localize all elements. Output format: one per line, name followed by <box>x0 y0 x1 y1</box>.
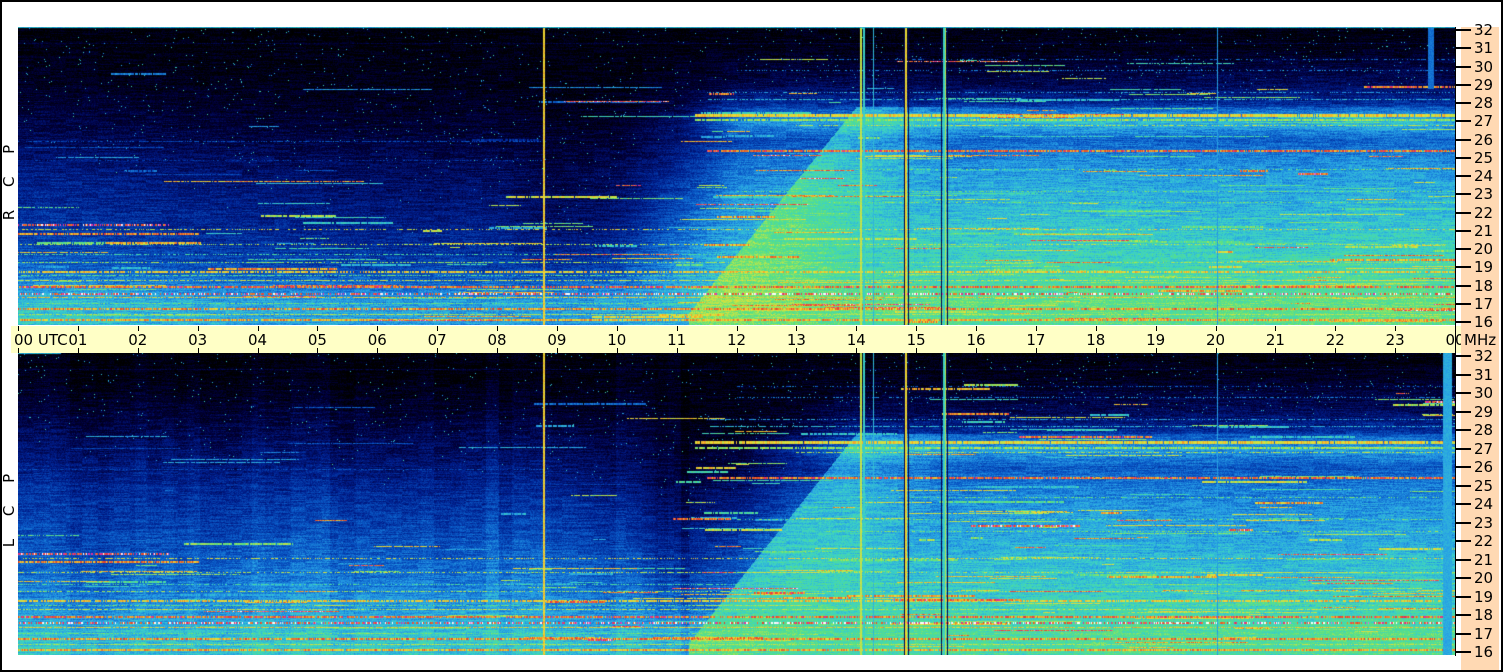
lcp-polarization-label: L C P <box>0 464 18 548</box>
frequency-tick <box>1455 651 1471 653</box>
frequency-tick-label: 28 <box>1474 94 1494 112</box>
frequency-tick <box>1455 175 1471 177</box>
time-tick-label: 20 <box>1205 331 1226 349</box>
title-bar: AJ4CO Observatory 06 Sep 2024 - DPS on T… <box>2 2 1501 49</box>
frequency-tick-label: 32 <box>1474 347 1494 365</box>
frequency-tick-label: 25 <box>1474 148 1494 167</box>
time-tick-label: 15 <box>906 331 926 349</box>
time-tick-label: 19 <box>1146 331 1166 349</box>
frequency-tick-label: 23 <box>1474 185 1494 204</box>
time-tick-label: 12 <box>726 331 747 349</box>
frequency-tick <box>1455 595 1471 598</box>
frequency-tick <box>1455 321 1471 323</box>
frequency-tick <box>1455 102 1471 104</box>
frequency-tick <box>1455 47 1471 50</box>
rcp-polarization-label: R C P <box>0 135 18 221</box>
frequency-tick <box>1455 410 1471 413</box>
frequency-tick-label: 26 <box>1474 130 1494 149</box>
frequency-tick-label: 28 <box>1474 421 1494 439</box>
frequency-tick <box>1455 193 1471 196</box>
frequency-tick-label: 27 <box>1474 439 1494 458</box>
frequency-tick-label: 16 <box>1474 313 1494 331</box>
time-tick-label: 17 <box>1026 331 1046 349</box>
time-tick-label: 16 <box>966 331 986 349</box>
time-tick-label: 13 <box>786 331 806 349</box>
frequency-tick-label: 31 <box>1474 365 1494 384</box>
rcp-spectrogram <box>18 27 1455 325</box>
time-tick-label: 08 <box>487 331 507 349</box>
frequency-tick <box>1455 521 1471 524</box>
frequency-tick <box>1455 229 1471 232</box>
frequency-tick-label: 20 <box>1474 240 1494 258</box>
frequency-tick-label: 22 <box>1474 532 1494 550</box>
frequency-tick <box>1455 248 1471 250</box>
frequency-tick-label: 25 <box>1474 476 1494 495</box>
time-tick-label: 10 <box>607 331 627 349</box>
frequency-tick <box>1455 83 1471 86</box>
frequency-tick-label: 22 <box>1474 203 1494 222</box>
frequency-tick <box>1455 355 1471 357</box>
app-frame: AJ4CO Observatory 06 Sep 2024 - DPS on T… <box>0 0 1503 672</box>
frequency-tick <box>1455 447 1471 450</box>
frequency-tick-label: 23 <box>1474 513 1494 532</box>
lcp-spectrogram <box>18 353 1455 655</box>
frequency-tick <box>1455 120 1471 123</box>
frequency-tick <box>1455 558 1471 561</box>
time-tick-label: 00 UTC <box>14 331 68 349</box>
frequency-tick <box>1455 156 1471 159</box>
frequency-tick-label: 18 <box>1474 276 1494 295</box>
frequency-tick <box>1455 65 1471 68</box>
frequency-tick-label: 16 <box>1474 643 1494 661</box>
frequency-tick-label: 30 <box>1474 384 1494 402</box>
frequency-tick <box>1455 484 1471 487</box>
frequency-tick-label: 31 <box>1474 39 1494 58</box>
frequency-tick-label: 17 <box>1474 624 1494 643</box>
frequency-tick <box>1455 466 1471 468</box>
frequency-tick <box>1455 632 1471 635</box>
time-tick-label: 23 <box>1385 331 1405 349</box>
frequency-tick-label: 24 <box>1474 167 1494 185</box>
time-tick-label: 14 <box>846 331 866 349</box>
frequency-tick <box>1455 29 1471 31</box>
time-tick-label: 02 <box>128 331 148 349</box>
frequency-tick-label: 18 <box>1474 606 1494 624</box>
frequency-tick-label: 29 <box>1474 75 1494 94</box>
frequency-tick <box>1455 503 1471 505</box>
time-tick-label: 05 <box>307 331 327 349</box>
frequency-tick-label: 32 <box>1474 21 1494 39</box>
frequency-tick <box>1455 211 1471 214</box>
time-tick-label: 18 <box>1086 331 1106 349</box>
time-tick-label: 03 <box>188 331 208 349</box>
frequency-tick-label: 19 <box>1474 587 1494 606</box>
frequency-tick <box>1455 540 1471 542</box>
frequency-tick <box>1455 614 1471 616</box>
time-tick-label: 11 <box>667 331 687 349</box>
frequency-tick <box>1455 284 1471 287</box>
frequency-tick-label: 21 <box>1474 221 1494 240</box>
frequency-tick <box>1455 577 1471 579</box>
frequency-tick-label: 26 <box>1474 458 1494 476</box>
frequency-tick-label: 19 <box>1474 258 1494 277</box>
time-tick-label: 22 <box>1325 331 1345 349</box>
frequency-tick-label: 17 <box>1474 294 1494 313</box>
frequency-tick-label: 20 <box>1474 569 1494 587</box>
time-tick-label: 07 <box>427 331 447 349</box>
frequency-tick-label: 21 <box>1474 550 1494 569</box>
time-tick-label: 04 <box>247 331 268 349</box>
time-tick-label: 01 <box>68 331 88 349</box>
time-tick-label: 09 <box>547 331 567 349</box>
frequency-tick <box>1455 266 1471 269</box>
frequency-tick-label: 27 <box>1474 112 1494 131</box>
frequency-tick <box>1455 302 1471 305</box>
time-axis: 00 UTC 01 02 03 04 05 06 07 08 09 10 11 12 13 14 15 16 17… <box>11 326 1465 353</box>
frequency-tick-label: 29 <box>1474 402 1494 421</box>
frequency-tick <box>1455 373 1471 376</box>
frequency-tick-label: 30 <box>1474 57 1494 76</box>
time-tick-label: 06 <box>367 331 387 349</box>
frequency-tick-label: 24 <box>1474 495 1494 513</box>
frequency-tick <box>1455 138 1471 141</box>
frequency-tick <box>1455 429 1471 431</box>
frequency-tick <box>1455 392 1471 394</box>
time-tick-label: 21 <box>1265 331 1285 349</box>
